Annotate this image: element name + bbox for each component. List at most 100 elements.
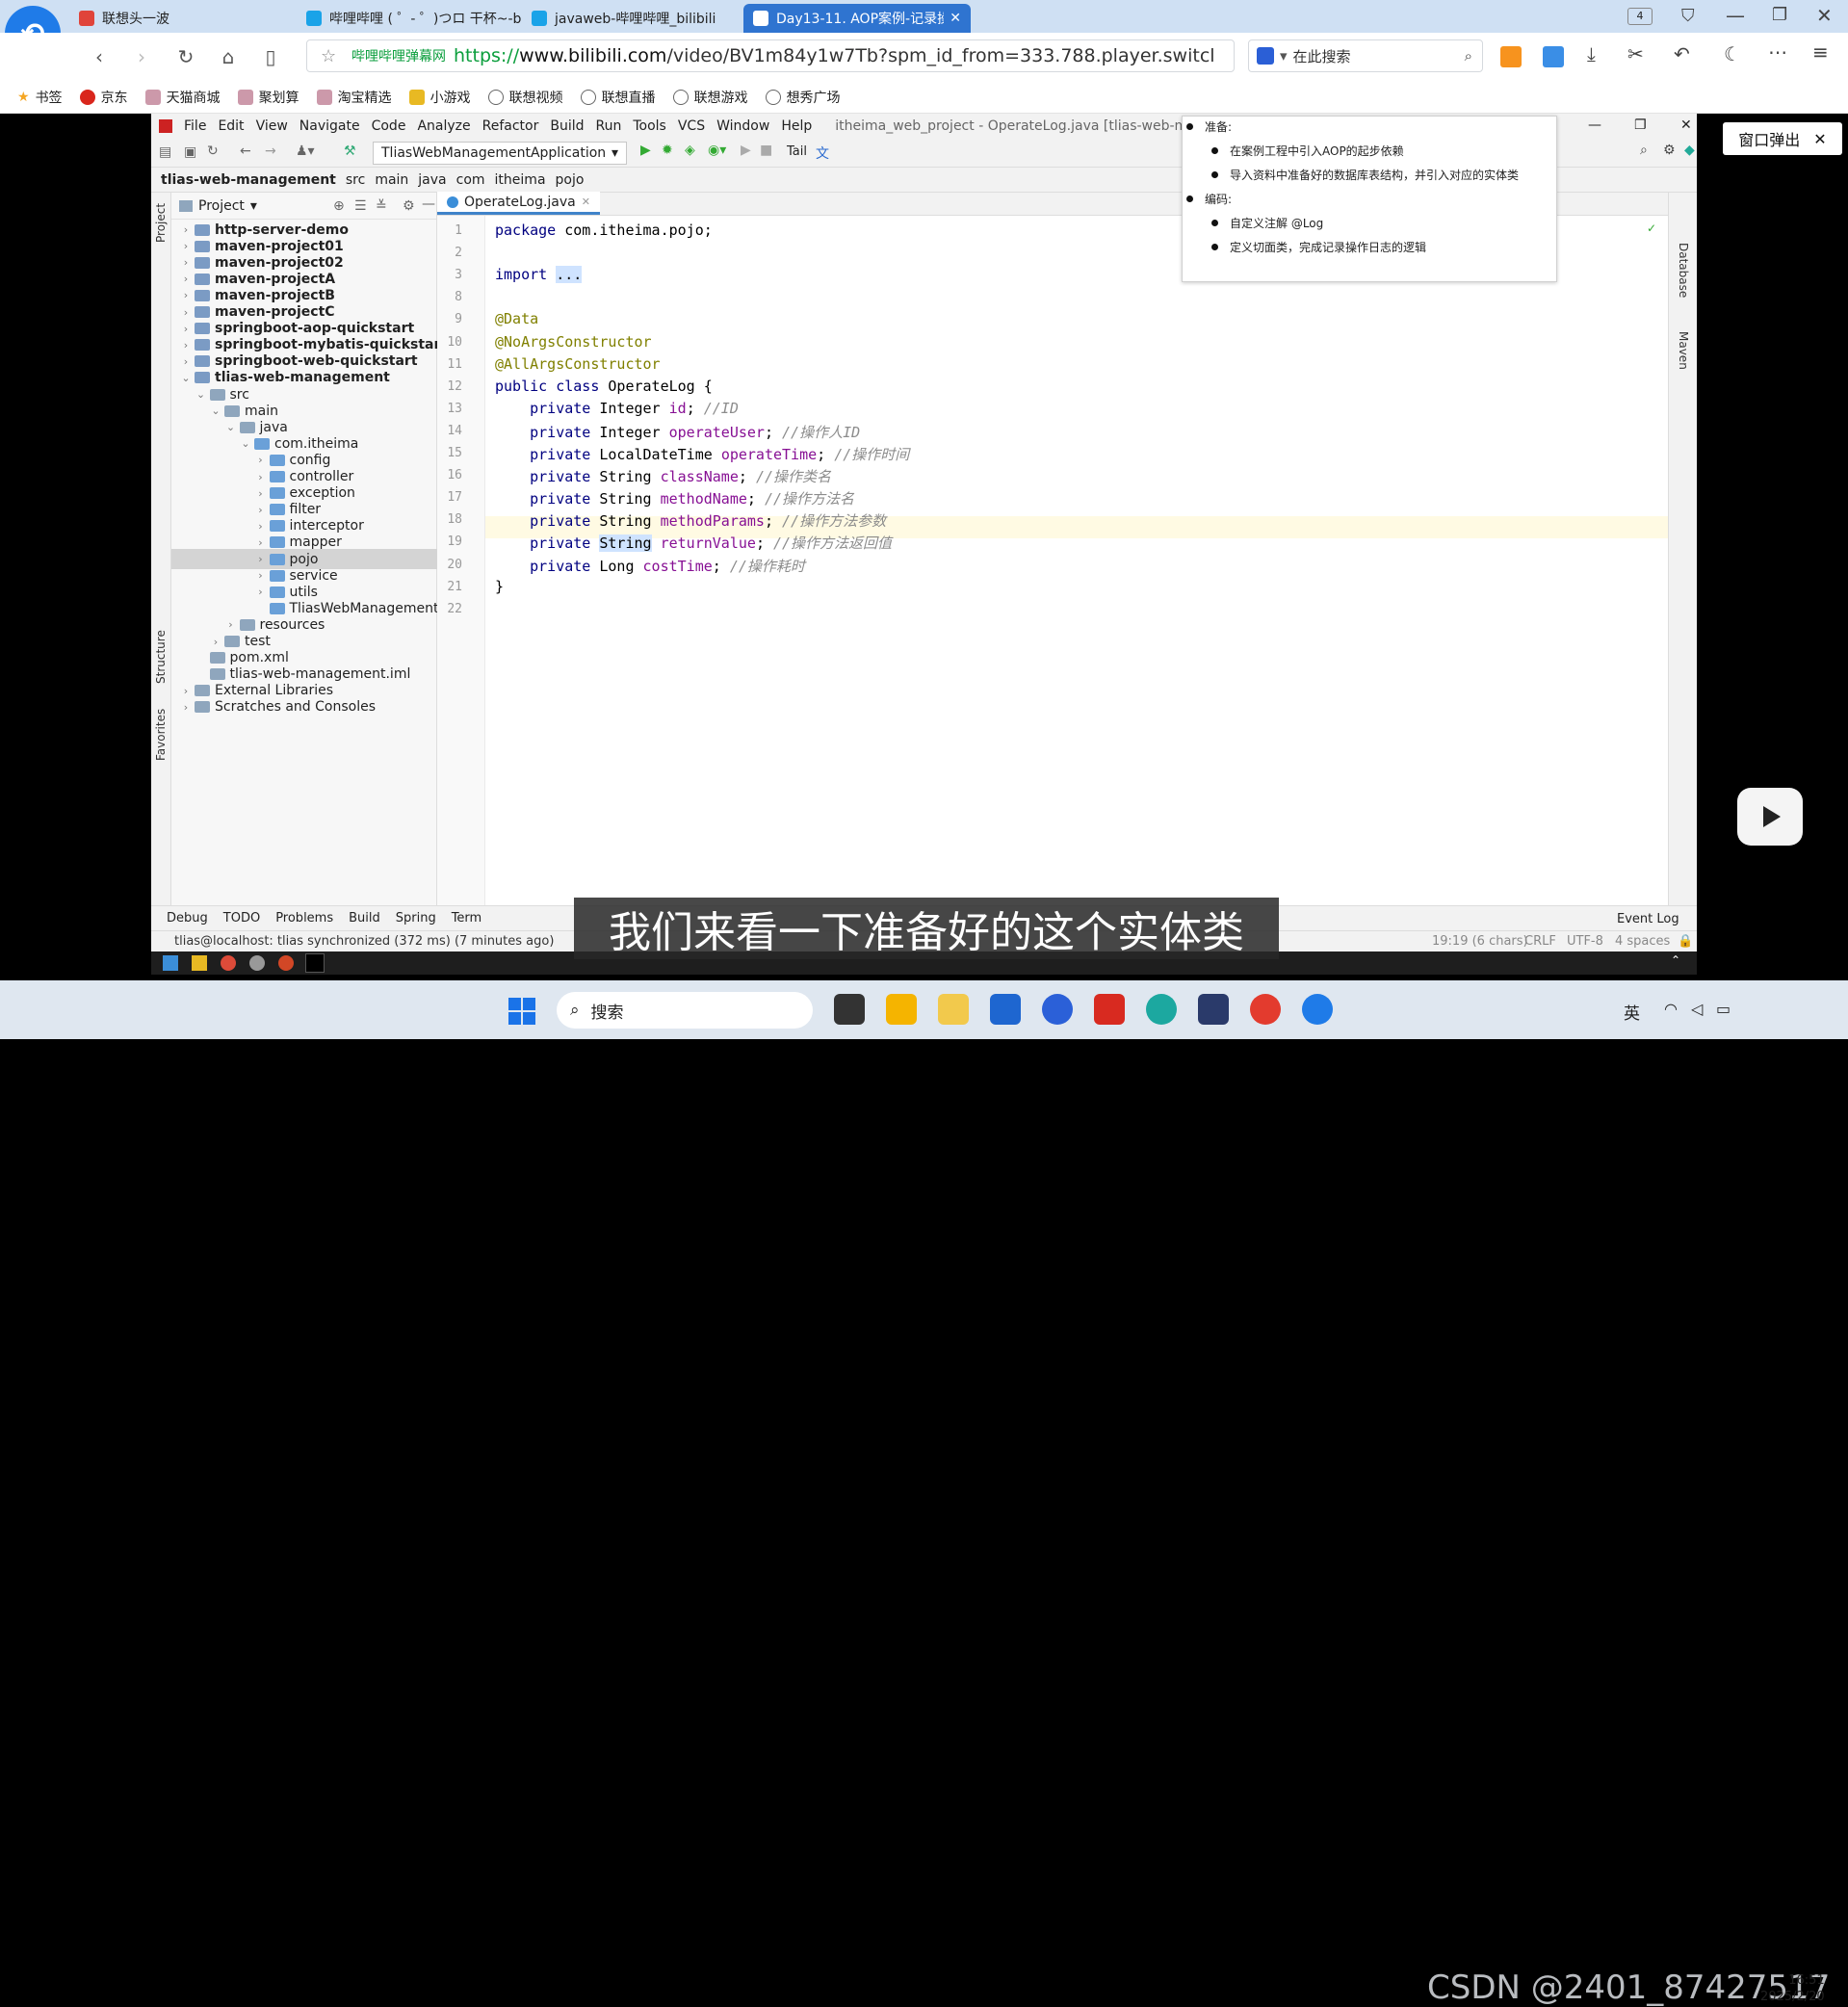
menu-item[interactable]: File — [184, 118, 206, 134]
step-icon[interactable]: ▶ — [741, 143, 751, 158]
chevron-right-icon[interactable]: › — [254, 487, 268, 500]
run-config-selector[interactable]: TliasWebManagementApplication ▾ — [373, 142, 627, 165]
close-icon[interactable]: ✕ — [582, 195, 590, 208]
event-log-tab[interactable]: Event Log — [1617, 912, 1679, 926]
chevron-right-icon[interactable]: › — [254, 471, 268, 483]
collapse-all-icon[interactable]: ≚ — [376, 198, 387, 214]
user-icon[interactable]: ♟▾ — [296, 143, 315, 159]
undo-icon[interactable]: ↶ — [1674, 42, 1690, 65]
breadcrumb-item[interactable]: com — [456, 172, 485, 188]
chevron-right-icon[interactable]: › — [254, 504, 268, 516]
database-tool-tab[interactable]: Database — [1677, 243, 1690, 298]
app-icon[interactable] — [886, 994, 917, 1025]
chevron-right-icon[interactable]: › — [254, 553, 268, 565]
chevron-right-icon[interactable]: › — [179, 339, 193, 352]
plugin-icon[interactable]: ◆ — [1684, 143, 1695, 158]
file-explorer-icon[interactable] — [938, 994, 969, 1025]
bookmark-item[interactable]: 联想视频 — [487, 88, 563, 107]
chevron-right-icon[interactable]: › — [254, 536, 268, 549]
browser-tab-1[interactable]: 联想头一波 — [69, 4, 297, 33]
app-icon[interactable] — [1500, 46, 1522, 67]
caret-position[interactable]: 19:19 (6 chars) — [1432, 934, 1528, 949]
back-icon[interactable]: ‹ — [87, 44, 112, 69]
code-line[interactable]: import ... — [495, 266, 583, 284]
debug-tab[interactable]: Debug — [167, 911, 208, 925]
menu-item[interactable]: Refactor — [482, 118, 539, 134]
tree-item[interactable]: › Scratches and Consoles — [171, 697, 437, 717]
restore-icon[interactable]: ❐ — [1634, 117, 1647, 133]
close-window-icon[interactable]: ✕ — [1816, 4, 1833, 27]
chevron-down-icon[interactable]: ⌄ — [239, 437, 252, 450]
browser-tab-active[interactable]: Day13-11. AOP案例-记录操作 ✕ — [743, 4, 971, 33]
code-line[interactable]: public class OperateLog { — [495, 378, 713, 395]
app-icon[interactable] — [1198, 994, 1229, 1025]
maven-tool-tab[interactable]: Maven — [1677, 331, 1690, 370]
chevron-right-icon[interactable]: › — [209, 636, 222, 648]
minimize-icon[interactable]: — — [1588, 117, 1601, 133]
lock-icon[interactable]: 🔒 — [1678, 934, 1693, 949]
wifi-icon[interactable]: ◠ — [1664, 1000, 1678, 1018]
code-line[interactable]: private String methodName; //操作方法名 — [495, 488, 854, 508]
close-icon[interactable]: ✕ — [1680, 117, 1692, 133]
download-icon[interactable]: ⤓ — [1587, 42, 1596, 65]
stop-icon[interactable]: ■ — [760, 143, 772, 158]
breadcrumb-item[interactable]: java — [418, 172, 446, 188]
more-icon[interactable]: ⋯ — [1768, 40, 1787, 64]
gear-icon[interactable]: ⚙ — [403, 198, 415, 214]
breadcrumb-item[interactable]: itheima — [495, 172, 546, 188]
windows-start-icon[interactable] — [508, 998, 535, 1025]
restore-icon[interactable]: ❐ — [1772, 5, 1787, 25]
locate-icon[interactable]: ⊕ — [333, 198, 345, 214]
chevron-right-icon[interactable]: › — [179, 273, 193, 285]
minimize-icon[interactable]: — — [1726, 4, 1745, 27]
chevron-down-icon[interactable]: ⌄ — [195, 388, 208, 401]
chrome-icon[interactable] — [1250, 994, 1281, 1025]
structure-tool-tab[interactable]: Structure — [154, 630, 168, 684]
menu-item[interactable]: Build — [550, 118, 584, 134]
sync-icon[interactable]: ↻ — [207, 143, 219, 159]
debug-icon[interactable]: ✹ — [662, 143, 673, 158]
chevron-right-icon[interactable]: › — [179, 355, 193, 368]
tshirt-icon[interactable]: ⛉ — [1681, 6, 1695, 26]
chevron-right-icon[interactable]: › — [254, 454, 268, 466]
bookmark-item[interactable]: 联想直播 — [580, 88, 656, 107]
menu-item[interactable]: VCS — [678, 118, 705, 134]
line-separator[interactable]: CRLF — [1524, 934, 1556, 949]
file-encoding[interactable]: UTF-8 — [1567, 934, 1603, 949]
language-indicator[interactable]: 英 — [1624, 1000, 1640, 1024]
forward-icon[interactable]: › — [129, 44, 154, 69]
chevron-down-icon[interactable]: ⌄ — [179, 372, 193, 384]
bookmark-item[interactable]: 小游戏 — [408, 88, 471, 107]
bilibili-play-icon[interactable] — [1737, 788, 1803, 846]
chevron-right-icon[interactable]: › — [254, 586, 268, 598]
build-tab[interactable]: Build — [349, 911, 380, 925]
system-clock[interactable]: 16:51 2025/2/20 — [1760, 1972, 1825, 2005]
menu-item[interactable]: Help — [781, 118, 812, 134]
back-icon[interactable]: ← — [240, 143, 251, 159]
tab-count-badge[interactable]: 4 — [1627, 8, 1653, 25]
todo-tab[interactable]: TODO — [223, 911, 260, 925]
favorites-tool-tab[interactable]: Favorites — [154, 709, 168, 761]
chevron-down-icon[interactable]: ▾ — [250, 198, 257, 214]
bookmark-item[interactable]: 想秀广场 — [765, 88, 841, 107]
chevron-right-icon[interactable]: › — [179, 223, 193, 236]
menu-item[interactable]: Edit — [218, 118, 244, 134]
code-line[interactable]: private Integer operateUser; //操作人ID — [495, 422, 860, 442]
bookmark-item[interactable]: 京东 — [79, 88, 128, 107]
chevron-right-icon[interactable]: › — [179, 685, 193, 697]
chevron-right-icon[interactable]: › — [179, 323, 193, 335]
hide-icon[interactable]: — — [422, 196, 435, 212]
forward-icon[interactable]: → — [265, 143, 276, 159]
code-line[interactable]: } — [495, 578, 504, 595]
hammer-icon[interactable]: ⚒ — [344, 143, 356, 159]
open-folder-icon[interactable]: ▤ — [159, 144, 171, 160]
reading-icon[interactable]: ▯ — [258, 44, 283, 69]
home-icon[interactable]: ⌂ — [216, 44, 241, 69]
address-bar[interactable]: ☆ 哔哩哔哩弹幕网 https://www.bilibili.com/video… — [306, 39, 1235, 72]
editor-tab[interactable]: OperateLog.java ✕ — [437, 192, 600, 215]
chevron-down-icon[interactable]: ⌄ — [224, 421, 238, 433]
app-icon[interactable] — [1042, 994, 1073, 1025]
chevron-right-icon[interactable]: › — [179, 306, 193, 319]
menu-item[interactable]: Analyze — [417, 118, 470, 134]
send-icon[interactable] — [1543, 46, 1564, 67]
